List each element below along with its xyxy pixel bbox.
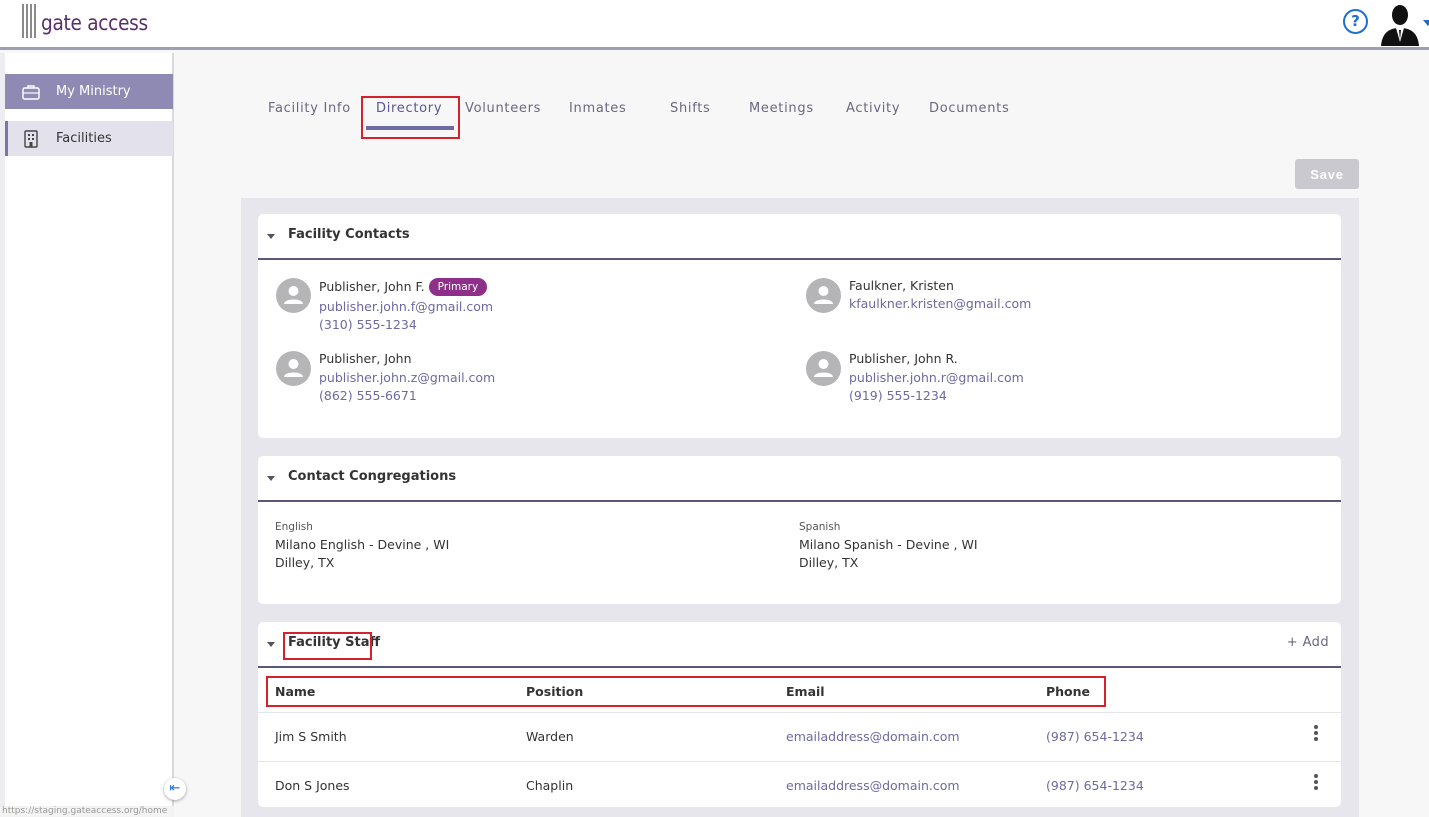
briefcase-icon (22, 84, 40, 100)
tab-shifts[interactable]: Shifts (670, 101, 711, 116)
sidebar-item-my-ministry[interactable]: My Ministry (5, 74, 173, 109)
column-header-name[interactable]: Name (275, 684, 315, 699)
kebab-menu-icon[interactable] (1312, 725, 1320, 745)
staff-email[interactable]: emailaddress@domain.com (786, 778, 960, 793)
card-title: Facility Contacts (288, 227, 410, 242)
chevron-down-icon[interactable] (267, 234, 275, 239)
sidebar-item-label: Facilities (56, 131, 112, 146)
congregation-location: Dilley, TX (799, 555, 859, 570)
column-header-email[interactable]: Email (786, 684, 825, 699)
staff-phone[interactable]: (987) 654-1234 (1046, 729, 1144, 744)
staff-email[interactable]: emailaddress@domain.com (786, 729, 960, 744)
congregation-language: English (275, 521, 313, 533)
column-header-position[interactable]: Position (526, 684, 583, 699)
contact-name: Faulkner, Kristen (849, 278, 954, 293)
active-tab-indicator (366, 126, 454, 130)
tab-facility-info[interactable]: Facility Info (268, 101, 351, 116)
contact-email[interactable]: publisher.john.r@gmail.com (849, 370, 1024, 385)
contact-congregations-card: Contact Congregations English Milano Eng… (258, 456, 1341, 604)
staff-name: Don S Jones (275, 778, 350, 793)
sidebar: My Ministry Facilities (0, 53, 174, 817)
congregation-item: Spanish Milano Spanish - Devine , WI Dil… (799, 518, 978, 572)
tab-activity[interactable]: Activity (846, 101, 900, 116)
card-header: Facility Staff + Add (258, 622, 1341, 668)
top-bar: gate access ? (0, 0, 1429, 50)
facility-staff-card: Facility Staff + Add Name Position Email… (258, 622, 1341, 807)
person-icon (814, 359, 833, 377)
table-row[interactable]: Don S Jones Chaplin emailaddress@domain.… (258, 761, 1341, 807)
card-header: Facility Contacts (258, 214, 1341, 260)
tab-directory[interactable]: Directory (376, 101, 442, 116)
contact-name: Publisher, John R. (849, 351, 958, 366)
contact-phone[interactable]: (862) 555-6671 (319, 388, 417, 403)
save-button[interactable]: Save (1295, 159, 1359, 189)
contact-email[interactable]: kfaulkner.kristen@gmail.com (849, 296, 1031, 311)
avatar (806, 351, 841, 386)
congregation-item: English Milano English - Devine , WI Dil… (275, 518, 449, 572)
collapse-left-icon[interactable]: ⇤ (164, 778, 186, 800)
facility-contacts-card: Facility Contacts Publisher, John F. Prim… (258, 214, 1341, 438)
congregation-name: Milano English - Devine , WI (275, 537, 450, 552)
sidebar-item-facilities[interactable]: Facilities (5, 121, 173, 156)
tab-documents[interactable]: Documents (929, 101, 1009, 116)
status-url: https://staging.gateaccess.org/home (0, 806, 174, 817)
person-icon (284, 359, 303, 377)
chevron-down-icon[interactable] (1423, 20, 1429, 26)
add-staff-button[interactable]: + Add (1287, 635, 1329, 650)
chevron-down-icon[interactable] (267, 476, 275, 481)
staff-name: Jim S Smith (275, 729, 347, 744)
kebab-menu-icon[interactable] (1312, 774, 1320, 794)
app-logo[interactable]: gate access (22, 4, 163, 38)
card-title: Facility Staff (288, 635, 381, 650)
status-badge: Primary (428, 278, 488, 296)
avatar (806, 278, 841, 313)
column-header-phone[interactable]: Phone (1046, 684, 1090, 699)
logo-text: gate access (41, 11, 148, 35)
contact-name: Publisher, John (319, 351, 412, 366)
chevron-down-icon[interactable] (267, 642, 275, 647)
staff-phone[interactable]: (987) 654-1234 (1046, 778, 1144, 793)
user-avatar[interactable] (1378, 2, 1424, 46)
card-title: Contact Congregations (288, 469, 457, 484)
congregation-name: Milano Spanish - Devine , WI (799, 537, 978, 552)
avatar (276, 351, 311, 386)
avatar (276, 278, 311, 313)
contact-phone[interactable]: (919) 555-1234 (849, 388, 947, 403)
card-header: Contact Congregations (258, 456, 1341, 502)
contact-email[interactable]: publisher.john.z@gmail.com (319, 370, 495, 385)
building-icon (24, 129, 38, 148)
user-silhouette-icon (1381, 5, 1419, 46)
tab-meetings[interactable]: Meetings (749, 101, 814, 116)
tab-volunteers[interactable]: Volunteers (465, 101, 541, 116)
logo-bars-icon (22, 4, 38, 38)
person-icon (284, 286, 303, 304)
table-row[interactable]: Jim S Smith Warden emailaddress@domain.c… (258, 712, 1341, 758)
congregation-location: Dilley, TX (275, 555, 335, 570)
sidebar-item-label: My Ministry (56, 84, 131, 99)
tab-inmates[interactable]: Inmates (569, 101, 626, 116)
staff-position: Chaplin (526, 778, 574, 793)
congregation-language: Spanish (799, 521, 841, 533)
contact-name: Publisher, John F. (319, 279, 425, 294)
contact-email[interactable]: publisher.john.f@gmail.com (319, 299, 493, 314)
contact-name-row: Publisher, John F. Primary (319, 278, 488, 296)
question-circle-icon[interactable]: ? (1343, 9, 1368, 34)
contact-phone[interactable]: (310) 555-1234 (319, 317, 417, 332)
staff-position: Warden (526, 729, 574, 744)
person-icon (814, 286, 833, 304)
